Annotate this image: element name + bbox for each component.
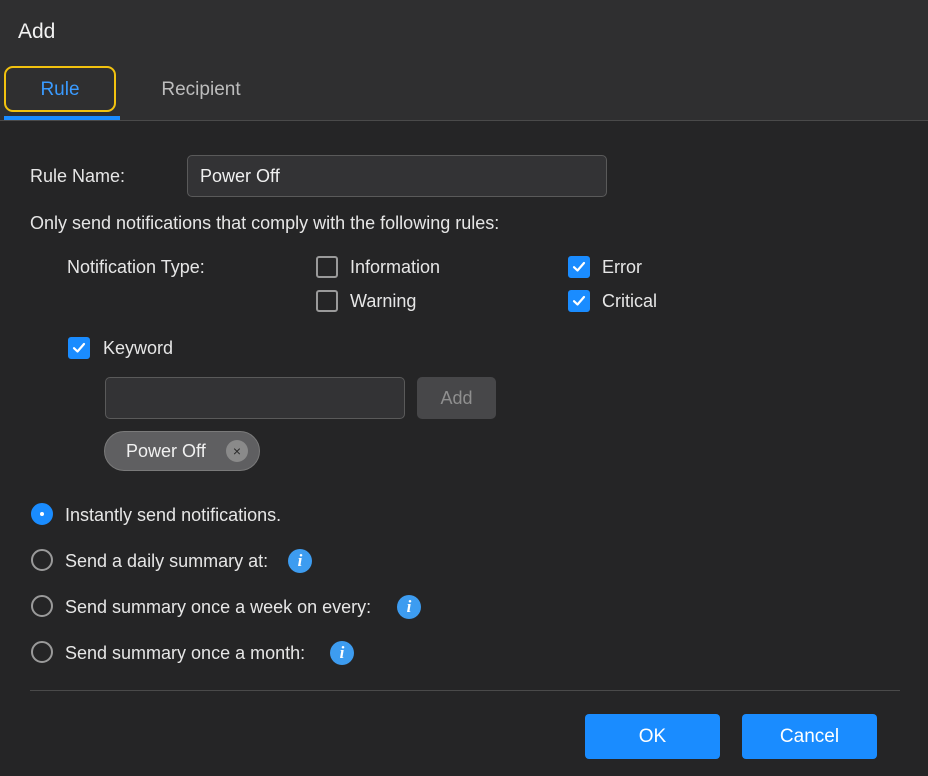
daily-summary-radio[interactable] [31,549,53,571]
keyword-label: Keyword [103,338,174,358]
critical-checkbox[interactable] [568,290,590,312]
checkmark-icon [572,295,586,306]
keyword-tag: Power Off × [104,431,260,471]
monthly-summary-label: Send summary once a month: [65,643,306,663]
warning-checkbox[interactable] [316,290,338,312]
footer-divider [30,690,900,691]
monthly-summary-radio[interactable] [31,641,53,663]
tab-rule[interactable]: Rule [2,66,120,120]
error-checkbox[interactable] [568,256,590,278]
tab-recipient[interactable]: Recipient [140,66,262,114]
weekly-summary-radio[interactable] [31,595,53,617]
info-icon[interactable]: i [330,641,354,665]
ok-button[interactable]: OK [585,714,720,759]
checkmark-icon [72,342,86,353]
dialog-title: Add [18,20,56,43]
tab-active-indicator [4,116,120,120]
rules-intro-text: Only send notifications that comply with… [30,213,500,233]
information-checkbox[interactable] [316,256,338,278]
info-icon[interactable]: i [288,549,312,573]
tab-rule-highlight [4,66,116,112]
dialog-header: Add Rule Recipient [0,0,928,121]
info-icon[interactable]: i [397,595,421,619]
keyword-input[interactable] [105,377,405,419]
error-label: Error [602,257,642,277]
checkmark-icon [572,261,586,272]
rule-name-label: Rule Name: [30,166,126,186]
warning-label: Warning [350,291,417,311]
instant-label: Instantly send notifications. [65,505,282,525]
add-keyword-button[interactable]: Add [417,377,496,419]
cancel-button[interactable]: Cancel [742,714,877,759]
notification-type-label: Notification Type: [67,257,205,277]
rule-name-input[interactable] [187,155,607,197]
critical-label: Critical [602,291,658,311]
weekly-summary-label: Send summary once a week on every: [65,597,372,617]
tab-recipient-label: Recipient [161,79,241,100]
instant-radio[interactable] [31,503,53,525]
keyword-tag-label: Power Off [126,441,206,461]
close-icon[interactable]: × [226,440,248,462]
information-label: Information [350,257,441,277]
daily-summary-label: Send a daily summary at: [65,551,269,571]
keyword-checkbox[interactable] [68,337,90,359]
